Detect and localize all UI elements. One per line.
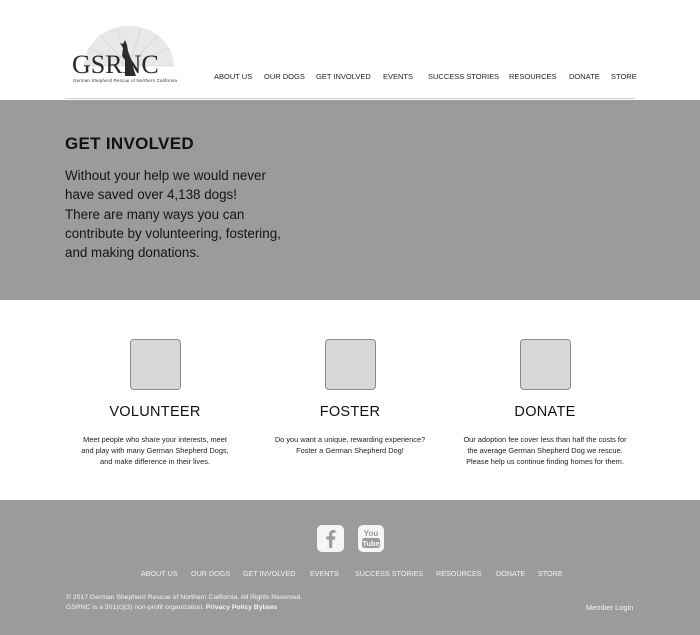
hero-text-line: contribute by volunteering, fostering,	[65, 225, 281, 241]
footer-nav-about-us[interactable]: ABOUT US	[141, 569, 178, 578]
nav-our-dogs[interactable]: OUR DOGS	[264, 72, 305, 81]
header-divider	[65, 98, 635, 99]
youtube-icon[interactable]: You Tube	[358, 525, 384, 552]
feature-description-line: and play with many German Shepherd Dogs,	[81, 446, 229, 455]
footer-nav-events[interactable]: EVENTS	[310, 569, 339, 578]
youtube-icon-text-bottom: Tube	[362, 539, 379, 548]
footer-nav-donate[interactable]: DONATE	[496, 569, 525, 578]
footer-nav-store[interactable]: STORE	[538, 569, 563, 578]
hero-text-line: There are many ways you can	[65, 206, 245, 222]
hero-text-line: Without your help we would never	[65, 168, 266, 183]
nav-resources[interactable]: RESOURCES	[509, 72, 557, 81]
feature-description: Meet people who share your interests, me…	[55, 434, 255, 467]
nav-store[interactable]: STORE	[611, 72, 637, 81]
nonprofit-line: GSRNC is a 501(c)(3) non-profit organiza…	[66, 603, 302, 613]
member-login-link[interactable]: Member Login	[586, 603, 633, 612]
volunteer-placeholder-icon[interactable]	[129, 339, 181, 390]
feature-description: Our adoption fee cover less than half th…	[445, 434, 645, 467]
feature-volunteer: VOLUNTEER Meet people who share your int…	[55, 339, 255, 467]
feature-title[interactable]: FOSTER	[250, 404, 450, 420]
nav-donate[interactable]: DONATE	[569, 72, 600, 81]
nav-events[interactable]: EVENTS	[383, 72, 413, 81]
footer-nav-our-dogs[interactable]: OUR DOGS	[191, 569, 230, 578]
logo-subtitle: German Shepherd Rescue of Northern Calif…	[73, 78, 178, 83]
feature-foster: FOSTER Do you want a unique, rewarding e…	[250, 339, 450, 456]
feature-title[interactable]: DONATE	[445, 404, 645, 420]
site-logo[interactable]: GSRNC German Shepherd Rescue of Northern…	[70, 26, 188, 86]
hero-text-line: have saved over 4,138 dogs!	[65, 187, 237, 203]
feature-description-line: Do you want a unique, rewarding experien…	[274, 435, 426, 444]
feature-description-line: Foster a German Shepherd Dog!	[296, 446, 404, 455]
footer-nav-resources[interactable]: RESOURCES	[436, 569, 482, 578]
site-header: GSRNC German Shepherd Rescue of Northern…	[0, 0, 700, 100]
feature-title[interactable]: VOLUNTEER	[55, 404, 255, 420]
hero-text-line: and making donations.	[65, 245, 200, 261]
hero-banner: GET INVOLVED Without your help we would …	[0, 100, 700, 300]
footer-nav-get-involved[interactable]: GET INVOLVED	[243, 569, 295, 578]
feature-description-line: Our adoption fee cover less than half th…	[463, 435, 627, 444]
nonprofit-text: GSRNC is a 501(c)(3) non-profit organiza…	[66, 604, 204, 611]
nav-success-stories[interactable]: SUCCESS STORIES	[428, 72, 499, 81]
feature-description-line: Meet people who share your interests, me…	[83, 435, 227, 444]
logo-text: GSRNC	[72, 50, 159, 79]
feature-description-line: Please help us continue finding homes fo…	[466, 457, 624, 466]
site-footer: You Tube ABOUT US OUR DOGS GET INVOLVED …	[0, 500, 700, 635]
facebook-icon[interactable]	[317, 525, 344, 552]
bylaws-link[interactable]: Bylaws	[254, 604, 277, 611]
feature-description-line: the average German Shepherd Dog we rescu…	[467, 446, 623, 455]
feature-donate: DONATE Our adoption fee cover less than …	[445, 339, 645, 467]
hero-text: Without your help we would never have sa…	[65, 166, 315, 262]
nav-get-involved[interactable]: GET INVOLVED	[316, 72, 371, 81]
copyright-text: © 2017 German Shepherd Rescue of Norther…	[66, 594, 303, 601]
feature-description: Do you want a unique, rewarding experien…	[250, 434, 450, 456]
feature-description-line: and make difference in their lives.	[100, 457, 210, 466]
foster-placeholder-icon[interactable]	[324, 339, 376, 390]
nav-about-us[interactable]: ABOUT US	[214, 72, 252, 81]
donate-placeholder-icon[interactable]	[519, 339, 571, 390]
hero-title: GET INVOLVED	[65, 134, 194, 153]
copyright-block: © 2017 German Shepherd Rescue of Norther…	[66, 593, 302, 613]
footer-nav-success-stories[interactable]: SUCCESS STORIES	[355, 569, 423, 578]
youtube-icon-text-top: You	[364, 529, 379, 538]
privacy-policy-link[interactable]: Privacy Policy	[206, 604, 252, 611]
